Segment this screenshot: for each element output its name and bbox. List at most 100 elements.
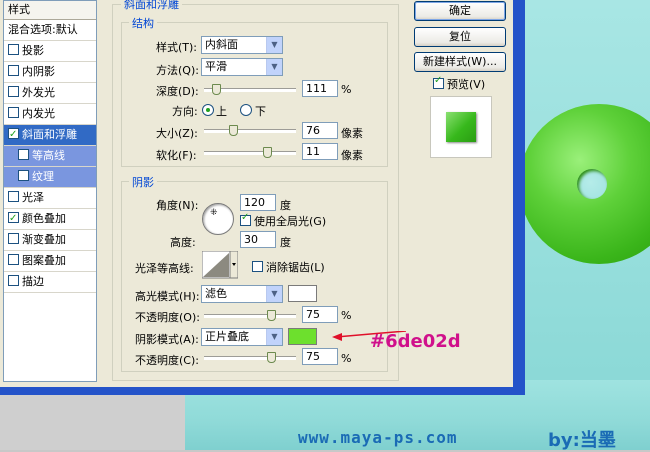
styles-list-header[interactable]: 样式 <box>4 1 96 20</box>
style-item-checkbox[interactable] <box>18 149 29 160</box>
altitude-label: 高度: <box>170 236 196 249</box>
style-item[interactable]: 渐变叠加 <box>4 230 96 251</box>
style-item-label: 等高线 <box>32 149 65 162</box>
technique-select[interactable]: 平滑 ▼ <box>201 58 283 76</box>
angle-input[interactable]: 120 <box>240 194 276 211</box>
style-item[interactable]: 光泽 <box>4 188 96 209</box>
style-item[interactable]: 内阴影 <box>4 62 96 83</box>
style-item[interactable]: 外发光 <box>4 83 96 104</box>
shadow-color-swatch[interactable] <box>288 328 317 345</box>
style-item[interactable]: 斜面和浮雕 <box>4 125 96 146</box>
gloss-contour-picker[interactable] <box>201 250 239 279</box>
style-item-label: 描边 <box>22 275 44 288</box>
depth-slider-thumb[interactable] <box>212 84 221 95</box>
direction-down-radio[interactable] <box>240 104 252 116</box>
style-item-checkbox[interactable] <box>8 254 19 265</box>
shadow-opacity-slider[interactable] <box>204 352 296 363</box>
highlight-opacity-label: 不透明度(O): <box>135 311 200 324</box>
chevron-down-icon: ▼ <box>266 59 282 75</box>
angle-label: 角度(N): <box>156 199 199 212</box>
style-item[interactable]: 描边 <box>4 272 96 293</box>
soften-input[interactable]: 11 <box>302 143 338 160</box>
style-item[interactable]: 内发光 <box>4 104 96 125</box>
size-unit: 像素 <box>341 127 363 140</box>
style-item-label: 渐变叠加 <box>22 233 66 246</box>
preview-thumbnail <box>446 112 476 142</box>
style-label: 样式(T): <box>156 41 198 54</box>
ok-button[interactable]: 确定 <box>414 1 506 21</box>
style-item-checkbox[interactable] <box>18 170 29 181</box>
style-item[interactable]: 混合选项:默认 <box>4 20 96 41</box>
shadow-mode-label: 阴影模式(A): <box>135 333 199 346</box>
angle-unit: 度 <box>280 199 291 212</box>
style-item-checkbox[interactable] <box>8 191 19 202</box>
style-select[interactable]: 内斜面 ▼ <box>201 36 283 54</box>
bevel-emboss-title: 斜面和浮雕 <box>121 0 182 12</box>
new-style-button[interactable]: 新建样式(W)... <box>414 52 506 72</box>
structure-title: 结构 <box>129 15 157 31</box>
soften-slider-thumb[interactable] <box>263 147 272 158</box>
style-item-checkbox[interactable] <box>8 233 19 244</box>
technique-select-value: 平滑 <box>205 60 227 73</box>
shadow-opacity-thumb[interactable] <box>267 352 276 363</box>
style-item-checkbox[interactable] <box>8 107 19 118</box>
size-slider[interactable] <box>204 125 296 136</box>
style-item-label: 外发光 <box>22 86 55 99</box>
altitude-unit: 度 <box>280 236 291 249</box>
style-item-label: 颜色叠加 <box>22 212 66 225</box>
global-light-label: 使用全局光(G) <box>254 215 327 228</box>
footer-url: www.maya-ps.com <box>298 428 458 447</box>
highlight-opacity-input[interactable]: 75 <box>302 306 338 323</box>
size-slider-thumb[interactable] <box>229 125 238 136</box>
donut-hole <box>577 169 607 199</box>
shadow-mode-value: 正片叠底 <box>205 330 249 343</box>
angle-dial[interactable]: ⁜ <box>202 203 234 235</box>
style-item[interactable]: 投影 <box>4 41 96 62</box>
highlight-mode-select[interactable]: 滤色 ▼ <box>201 285 283 303</box>
footer-author: by:当墨 <box>548 430 616 451</box>
styles-list-items: 混合选项:默认投影内阴影外发光内发光斜面和浮雕等高线纹理光泽颜色叠加渐变叠加图案… <box>4 20 96 293</box>
style-item-label: 投影 <box>22 44 44 57</box>
style-item-checkbox[interactable] <box>8 275 19 286</box>
anti-alias-label: 消除锯齿(L) <box>266 261 325 274</box>
shadow-opacity-unit: % <box>341 352 352 365</box>
style-item-checkbox[interactable] <box>8 209 19 229</box>
soften-unit: 像素 <box>341 149 363 162</box>
technique-label: 方法(Q): <box>156 64 199 77</box>
layer-style-dialog: 样式 混合选项:默认投影内阴影外发光内发光斜面和浮雕等高线纹理光泽颜色叠加渐变叠… <box>0 0 513 387</box>
style-item[interactable]: 等高线 <box>4 146 96 167</box>
gloss-contour-label: 光泽等高线: <box>135 262 194 275</box>
style-item-checkbox[interactable] <box>8 125 19 145</box>
style-item[interactable]: 图案叠加 <box>4 251 96 272</box>
shadow-mode-select[interactable]: 正片叠底 ▼ <box>201 328 283 346</box>
style-item[interactable]: 纹理 <box>4 167 96 188</box>
highlight-color-swatch[interactable] <box>288 285 317 302</box>
size-input[interactable]: 76 <box>302 122 338 139</box>
angle-dial-crosshair-icon: ⁜ <box>210 208 218 218</box>
direction-up-radio[interactable] <box>202 104 214 116</box>
chevron-down-icon: ▼ <box>266 286 282 302</box>
depth-slider[interactable] <box>204 84 296 95</box>
anti-alias-checkbox[interactable] <box>252 261 263 272</box>
styles-list: 样式 混合选项:默认投影内阴影外发光内发光斜面和浮雕等高线纹理光泽颜色叠加渐变叠… <box>3 0 97 382</box>
depth-input[interactable]: 111 <box>302 80 338 97</box>
shadow-opacity-input[interactable]: 75 <box>302 348 338 365</box>
soften-slider[interactable] <box>204 147 296 158</box>
style-item-label: 内发光 <box>22 107 55 120</box>
size-label: 大小(Z): <box>156 127 198 140</box>
highlight-opacity-thumb[interactable] <box>267 310 276 321</box>
style-item-checkbox[interactable] <box>8 86 19 97</box>
altitude-input[interactable]: 30 <box>240 231 276 248</box>
reset-button[interactable]: 复位 <box>414 27 506 47</box>
highlight-opacity-slider[interactable] <box>204 310 296 321</box>
style-item-checkbox[interactable] <box>8 65 19 76</box>
depth-label: 深度(D): <box>156 85 199 98</box>
style-item-checkbox[interactable] <box>8 44 19 55</box>
shadow-opacity-label: 不透明度(C): <box>135 354 199 367</box>
preview-checkbox[interactable] <box>433 75 444 89</box>
global-light-checkbox[interactable] <box>240 212 251 226</box>
style-item[interactable]: 颜色叠加 <box>4 209 96 230</box>
style-item-label: 光泽 <box>22 191 44 204</box>
highlight-opacity-unit: % <box>341 309 352 322</box>
chevron-down-icon: ▼ <box>266 329 282 345</box>
